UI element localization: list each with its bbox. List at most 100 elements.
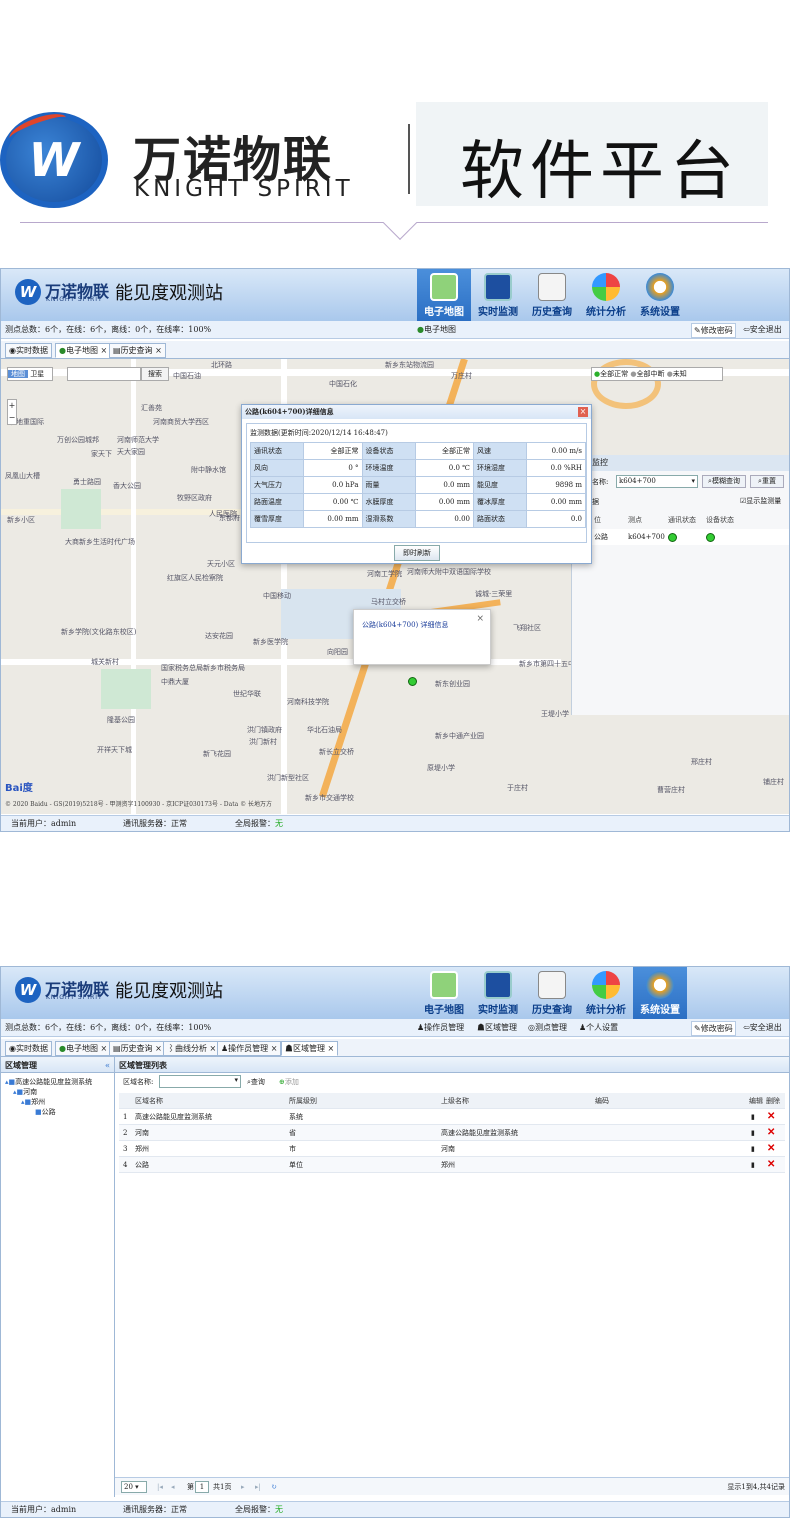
map-label: 附中静水馆 xyxy=(191,466,226,474)
tab-history[interactable]: ▤历史查询 × xyxy=(109,1041,166,1056)
monitor-select[interactable]: k604+700 ▾ xyxy=(616,475,698,488)
detail-popup: 公路(k604+700)详细信息 × 监测数据(更新时间:2020/12/14 … xyxy=(241,404,592,564)
nav-settings[interactable]: 系统设置 xyxy=(633,269,687,321)
close-icon[interactable]: × xyxy=(155,346,162,355)
tree-node[interactable]: ▴■高速公路能见度监测系统 xyxy=(5,1077,92,1087)
tab-map[interactable]: ●电子地图 × xyxy=(55,343,112,358)
nav-realtime[interactable]: 实时监测 xyxy=(471,967,525,1019)
page-input[interactable]: 1 xyxy=(195,1481,209,1493)
station-marker[interactable] xyxy=(408,677,417,686)
tab-areas[interactable]: ☗区域管理 × xyxy=(281,1041,339,1056)
fuzzy-search-button[interactable]: ⌕模糊查询 xyxy=(702,475,746,488)
zoom-in-icon[interactable]: + xyxy=(9,401,16,410)
nav-stats[interactable]: 统计分析 xyxy=(579,269,633,321)
next-page-icon[interactable]: ▸ xyxy=(241,1478,245,1496)
table-row[interactable]: 3 郑州 市 河南 ▮ ✕ xyxy=(119,1141,785,1157)
tree-node[interactable]: ▴■郑州 xyxy=(5,1097,92,1107)
delete-icon[interactable]: ✕ xyxy=(767,1157,775,1173)
map-label: 牧野区政府 xyxy=(177,494,212,502)
delete-icon[interactable]: ✕ xyxy=(767,1141,775,1157)
map-search-button[interactable]: 搜索 xyxy=(141,367,169,381)
first-page-icon[interactable]: |◂ xyxy=(157,1478,163,1496)
monitor-row[interactable]: 公路 k604+700 xyxy=(592,529,789,545)
nav-map[interactable]: 电子地图 xyxy=(417,967,471,1019)
refresh-button[interactable]: 即时刷新 xyxy=(394,545,440,561)
logout-link[interactable]: ⇦安全退出 xyxy=(743,323,782,336)
change-password-link[interactable]: ✎修改密码 xyxy=(691,323,736,338)
subnav-profile[interactable]: ♟个人设置 xyxy=(579,1019,618,1037)
nav-history[interactable]: 历史查询 xyxy=(525,269,579,321)
refresh-icon[interactable]: ↻ xyxy=(271,1478,277,1496)
realtime-icon: ◉ xyxy=(9,346,16,355)
table-row[interactable]: 4 公路 单位 郑州 ▮ ✕ xyxy=(119,1157,785,1173)
close-icon[interactable]: × xyxy=(210,1044,217,1053)
show-measure-checkbox[interactable]: ☑显示监测量 xyxy=(740,496,781,506)
edit-icon[interactable]: ▮ xyxy=(751,1125,755,1141)
nav-map[interactable]: 电子地图 xyxy=(417,269,471,321)
tab-label: 电子地图 xyxy=(65,346,98,355)
close-icon[interactable]: × xyxy=(578,407,588,417)
tab-realtime[interactable]: ◉实时数据 xyxy=(5,1041,52,1056)
close-icon[interactable]: × xyxy=(328,1044,335,1053)
subnav-points[interactable]: ◎测点管理 xyxy=(528,1019,567,1037)
page-size-select[interactable]: 20 ▾ xyxy=(121,1481,147,1493)
nav-history[interactable]: 历史查询 xyxy=(525,967,579,1019)
history-icon: ▤ xyxy=(113,346,121,355)
tab-curve[interactable]: ⌇曲线分析 × xyxy=(163,1041,221,1056)
add-button[interactable]: ⊕添加 xyxy=(279,1077,299,1087)
edit-icon[interactable]: ▮ xyxy=(751,1109,755,1125)
close-icon[interactable]: × xyxy=(476,614,484,624)
collapse-icon[interactable]: « xyxy=(105,1057,114,1073)
tree-node[interactable]: ▴■河南 xyxy=(5,1087,92,1097)
logout-link[interactable]: ⇦安全退出 xyxy=(743,1021,782,1034)
tab-label: 曲线分析 xyxy=(175,1044,207,1053)
col-header: 通讯状态 xyxy=(668,516,696,524)
add-label: 添加 xyxy=(284,1078,299,1086)
metric-label: 路面温度 xyxy=(249,493,305,511)
map-label: 新长立交桥 xyxy=(319,748,354,756)
query-button[interactable]: ⌕查询 xyxy=(247,1077,265,1087)
breadcrumb: ●电子地图 xyxy=(417,321,456,339)
tree-node[interactable]: ■公路 xyxy=(5,1107,92,1117)
close-icon[interactable]: × xyxy=(101,1044,108,1053)
table-row[interactable]: 1 高速公路能见度监测系统 系统 ▮ ✕ xyxy=(119,1109,785,1125)
map-label: 国家税务总局新乡市税务局 xyxy=(161,664,245,672)
edit-icon[interactable]: ▮ xyxy=(751,1141,755,1157)
row-cell: 市 xyxy=(289,1145,296,1153)
map-park xyxy=(101,669,151,709)
area-tree: ▴■高速公路能见度监测系统 ▴■河南 ▴■郑州 ■公路 xyxy=(5,1077,92,1117)
tab-map[interactable]: ●电子地图 × xyxy=(55,1041,112,1056)
tab-history[interactable]: ▤历史查询 × xyxy=(109,343,166,358)
zoom-out-icon[interactable]: − xyxy=(9,413,16,422)
close-icon[interactable]: × xyxy=(101,346,108,355)
popup-row: 路面温度 0.00 ℃ 水膜厚度 0.00 mm 覆冰厚度 0.00 mm xyxy=(249,493,586,511)
map-search-input[interactable] xyxy=(67,367,141,381)
prev-page-icon[interactable]: ◂ xyxy=(171,1478,175,1496)
area-filter-select[interactable]: ▾ xyxy=(159,1075,241,1088)
delete-icon[interactable]: ✕ xyxy=(767,1109,775,1125)
map-type-satellite[interactable]: 卫星 xyxy=(30,370,44,378)
subnav-areas[interactable]: ☗区域管理 xyxy=(477,1019,517,1037)
change-password-link[interactable]: ✎修改密码 xyxy=(691,1021,736,1036)
delete-icon[interactable]: ✕ xyxy=(767,1125,775,1141)
close-icon[interactable]: × xyxy=(155,1044,162,1053)
close-icon[interactable]: × xyxy=(271,1044,278,1053)
metric-value: 0.0 hPa xyxy=(303,476,363,494)
col-header: 测点 xyxy=(628,516,642,524)
map-type-map[interactable]: 地图 xyxy=(8,370,28,378)
map-label: 新乡市交通学校 xyxy=(305,794,354,802)
reset-button[interactable]: ⌕重置 xyxy=(750,475,784,488)
nav-realtime[interactable]: 实时监测 xyxy=(471,269,525,321)
last-page-icon[interactable]: ▸| xyxy=(255,1478,261,1496)
tab-operators[interactable]: ♟操作员管理 × xyxy=(217,1041,282,1056)
tab-realtime[interactable]: ◉实时数据 xyxy=(5,343,52,358)
metric-label: 覆雪厚度 xyxy=(249,510,305,528)
nav-settings[interactable]: 系统设置 xyxy=(633,967,687,1019)
table-row[interactable]: 2 河南 省 高速公路能见度监测系统 ▮ ✕ xyxy=(119,1125,785,1141)
subnav-operators[interactable]: ♟操作员管理 xyxy=(417,1019,464,1037)
nav-stats[interactable]: 统计分析 xyxy=(579,967,633,1019)
edit-icon[interactable]: ▮ xyxy=(751,1157,755,1173)
zoom-control[interactable]: + − xyxy=(7,399,17,425)
nav-settings-label: 系统设置 xyxy=(640,1005,680,1016)
map-canvas[interactable]: 北环路中国石油新乡东站物流园万庄村中国石化汇善苑河南商贸大学西区卫北北地重国际万… xyxy=(1,359,789,814)
